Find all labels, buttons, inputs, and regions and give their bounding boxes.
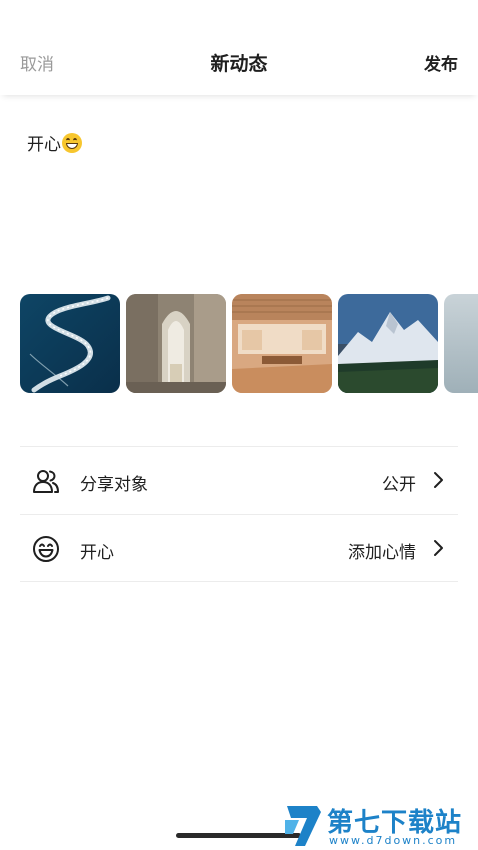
top-bar: 取消 新动态 发布 — [0, 0, 478, 95]
chevron-right-icon — [434, 540, 443, 556]
chevron-right-icon — [434, 472, 443, 488]
mood-label: 开心 — [80, 543, 114, 563]
photo-thumbnail-5[interactable] — [444, 294, 478, 393]
photo-thumbnail-4[interactable] — [338, 294, 438, 393]
mood-value: 添加心情 — [348, 543, 416, 563]
photo-strip[interactable] — [20, 294, 478, 393]
watermark-logo-icon — [285, 806, 321, 846]
publish-button[interactable]: 发布 — [424, 50, 458, 75]
grinning-face-emoji-icon — [62, 132, 82, 153]
post-text-input[interactable]: 开心 — [27, 130, 82, 155]
share-audience-value: 公开 — [382, 475, 416, 495]
photo-thumbnail-2[interactable] — [126, 294, 226, 393]
smile-face-icon — [33, 536, 59, 562]
photo-thumbnail-1[interactable] — [20, 294, 120, 393]
users-icon — [33, 470, 59, 493]
watermark: 第七下载站 www.d7down.com — [283, 800, 473, 850]
share-audience-row[interactable]: 分享对象 公开 — [20, 446, 458, 514]
watermark-url: www.d7down.com — [329, 834, 458, 847]
photo-thumbnail-3[interactable] — [232, 294, 332, 393]
share-audience-label: 分享对象 — [80, 475, 148, 495]
page-title: 新动态 — [210, 53, 268, 75]
mood-row[interactable]: 开心 添加心情 — [20, 514, 458, 582]
post-text-content: 开心 — [27, 135, 61, 155]
